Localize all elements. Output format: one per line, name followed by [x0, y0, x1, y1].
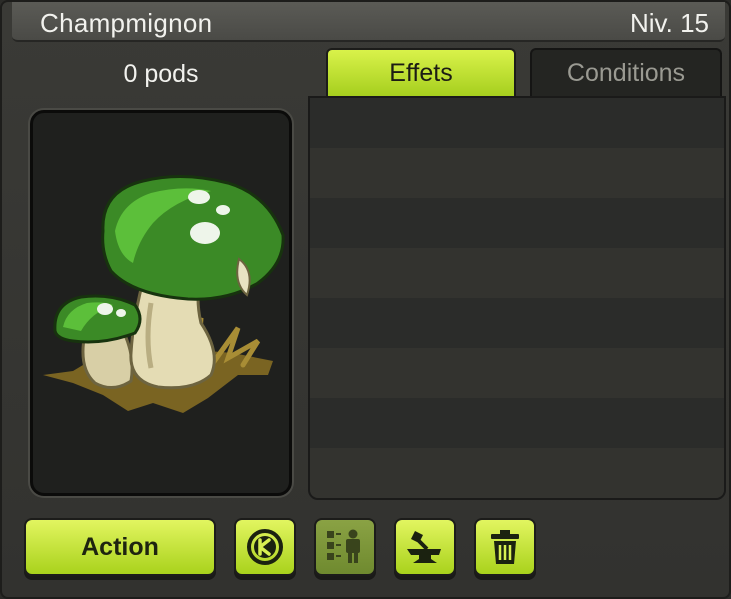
list-item [310, 248, 724, 298]
mushroom-icon [43, 175, 285, 413]
tab-conditions[interactable]: Conditions [530, 48, 722, 96]
item-weight: 0 pods [123, 60, 199, 88]
list-item [310, 198, 724, 248]
delete-button[interactable] [474, 518, 536, 576]
craft-button[interactable] [394, 518, 456, 576]
list-item [310, 298, 724, 348]
kama-icon [247, 529, 283, 565]
title-bar[interactable]: Champmignon Niv. 15 [12, 2, 725, 42]
item-preview [30, 110, 292, 496]
item-window: Champmignon Niv. 15 0 pods Effets Condit… [0, 0, 731, 599]
craft-anvil-icon [407, 531, 441, 563]
list-item [310, 348, 724, 398]
tab-effets[interactable]: Effets [326, 48, 516, 100]
equip-button[interactable] [314, 518, 376, 576]
item-name: Champmignon [40, 8, 213, 38]
list-item [310, 398, 724, 448]
list-item [310, 448, 724, 498]
list-item [310, 148, 724, 198]
equip-character-icon [327, 529, 360, 563]
action-button[interactable]: Action [24, 518, 216, 576]
list-item [310, 98, 724, 148]
trash-icon [491, 530, 519, 564]
effects-list [308, 96, 726, 500]
action-bar: Action [12, 514, 725, 594]
sell-button[interactable] [234, 518, 296, 576]
item-level: Niv. 15 [630, 8, 709, 38]
